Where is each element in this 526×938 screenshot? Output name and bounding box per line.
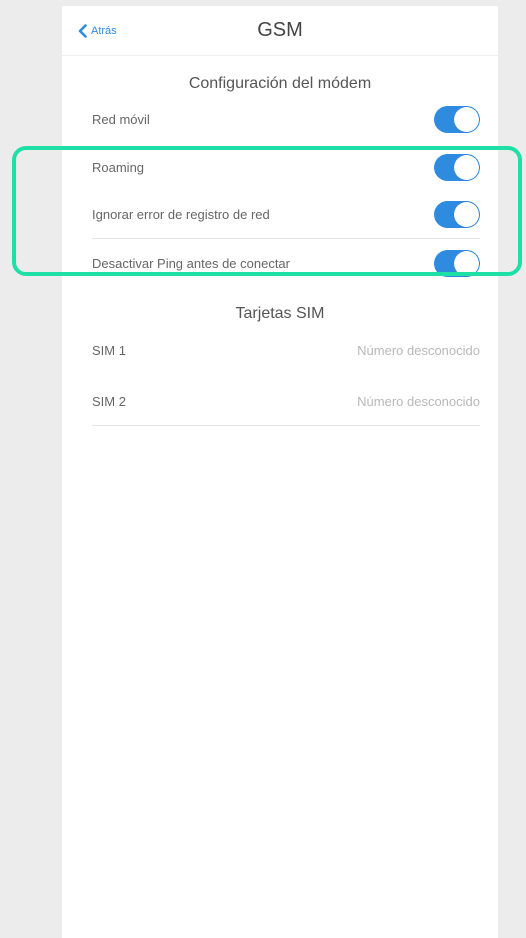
setting-label: Red móvil [92,111,150,127]
toggle-knob [454,154,479,180]
sim-label: SIM 1 [92,342,126,358]
desactivar-ping-toggle[interactable] [434,249,480,277]
page-title: GSM [257,19,303,41]
setting-row-red-movil: Red móvil [92,95,480,143]
setting-label: Desactivar Ping antes de conectar [92,255,290,271]
sim-row-1[interactable]: SIM 1 Número desconocido [92,326,480,374]
setting-row-roaming: Roaming [92,143,480,191]
red-movil-toggle[interactable] [434,105,480,133]
sim-number: Número desconocido [357,342,480,358]
section-title-sim: Tarjetas SIM [235,305,325,322]
top-bar: Atrás GSM [62,6,498,56]
ignorar-error-toggle[interactable] [434,200,480,228]
settings-panel: Atrás GSM Configuración del módem Red mó… [62,6,498,938]
setting-label: Roaming [92,159,145,175]
setting-row-desactivar-ping: Desactivar Ping antes de conectar [92,239,480,287]
sim-label: SIM 2 [92,393,126,409]
setting-row-ignorar-error: Ignorar error de registro de red [92,190,480,239]
toggle-knob [454,106,479,132]
roaming-toggle[interactable] [434,153,480,181]
toggle-knob [454,250,479,276]
sim-number: Número desconocido [357,393,480,409]
sim-row-2[interactable]: SIM 2 Número desconocido [92,377,480,426]
toggle-knob [454,201,479,227]
setting-label: Ignorar error de registro de red [92,206,270,222]
section-title-modem: Configuración del módem [188,75,372,92]
